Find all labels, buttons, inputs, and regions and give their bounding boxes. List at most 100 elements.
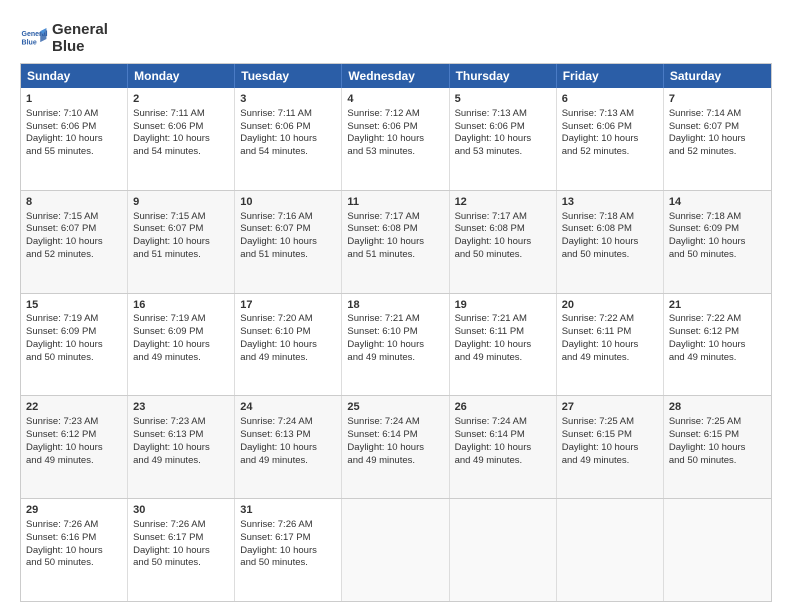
daylight-label: Daylight: 10 hours: [669, 339, 746, 350]
sunset-label: Sunset: 6:11 PM: [455, 326, 525, 337]
sunrise-label: Sunrise: 7:23 AM: [133, 416, 205, 427]
cal-cell: 3Sunrise: 7:11 AMSunset: 6:06 PMDaylight…: [235, 88, 342, 190]
daylight-label: Daylight: 10 hours: [26, 442, 103, 453]
daylight-minutes: and 49 minutes.: [669, 352, 737, 363]
cal-cell: 27Sunrise: 7:25 AMSunset: 6:15 PMDayligh…: [557, 396, 664, 498]
cal-cell: 18Sunrise: 7:21 AMSunset: 6:10 PMDayligh…: [342, 294, 449, 396]
sunrise-label: Sunrise: 7:23 AM: [26, 416, 98, 427]
sunrise-label: Sunrise: 7:25 AM: [669, 416, 741, 427]
daylight-label: Daylight: 10 hours: [562, 133, 639, 144]
daylight-label: Daylight: 10 hours: [240, 236, 317, 247]
sunrise-label: Sunrise: 7:24 AM: [347, 416, 419, 427]
cal-header-monday: Monday: [128, 64, 235, 88]
sunrise-label: Sunrise: 7:22 AM: [562, 313, 634, 324]
daylight-minutes: and 54 minutes.: [240, 146, 308, 157]
day-number: 31: [240, 503, 336, 518]
daylight-label: Daylight: 10 hours: [26, 236, 103, 247]
sunrise-label: Sunrise: 7:25 AM: [562, 416, 634, 427]
daylight-minutes: and 50 minutes.: [669, 455, 737, 466]
day-number: 19: [455, 298, 551, 313]
day-number: 16: [133, 298, 229, 313]
sunset-label: Sunset: 6:13 PM: [133, 429, 203, 440]
sunset-label: Sunset: 6:07 PM: [669, 121, 739, 132]
day-number: 27: [562, 400, 658, 415]
cal-cell: 1Sunrise: 7:10 AMSunset: 6:06 PMDaylight…: [21, 88, 128, 190]
svg-text:Blue: Blue: [22, 39, 37, 46]
day-number: 28: [669, 400, 766, 415]
sunset-label: Sunset: 6:08 PM: [455, 223, 525, 234]
cal-cell: 17Sunrise: 7:20 AMSunset: 6:10 PMDayligh…: [235, 294, 342, 396]
sunset-label: Sunset: 6:09 PM: [669, 223, 739, 234]
cal-cell: 26Sunrise: 7:24 AMSunset: 6:14 PMDayligh…: [450, 396, 557, 498]
daylight-minutes: and 50 minutes.: [26, 557, 94, 568]
day-number: 23: [133, 400, 229, 415]
page: General Blue General Blue SundayMondayTu…: [0, 0, 792, 612]
cal-cell: 5Sunrise: 7:13 AMSunset: 6:06 PMDaylight…: [450, 88, 557, 190]
cal-cell: 8Sunrise: 7:15 AMSunset: 6:07 PMDaylight…: [21, 191, 128, 293]
logo-text-line1: General: [52, 22, 108, 39]
sunrise-label: Sunrise: 7:17 AM: [347, 211, 419, 222]
sunrise-label: Sunrise: 7:11 AM: [133, 108, 205, 119]
sunset-label: Sunset: 6:10 PM: [240, 326, 310, 337]
sunrise-label: Sunrise: 7:13 AM: [455, 108, 527, 119]
sunrise-label: Sunrise: 7:19 AM: [26, 313, 98, 324]
sunrise-label: Sunrise: 7:26 AM: [133, 519, 205, 530]
sunset-label: Sunset: 6:06 PM: [133, 121, 203, 132]
daylight-label: Daylight: 10 hours: [347, 339, 424, 350]
daylight-label: Daylight: 10 hours: [455, 339, 532, 350]
daylight-label: Daylight: 10 hours: [562, 339, 639, 350]
daylight-minutes: and 50 minutes.: [26, 352, 94, 363]
cal-cell: 23Sunrise: 7:23 AMSunset: 6:13 PMDayligh…: [128, 396, 235, 498]
cal-cell: 22Sunrise: 7:23 AMSunset: 6:12 PMDayligh…: [21, 396, 128, 498]
daylight-label: Daylight: 10 hours: [562, 442, 639, 453]
cal-cell: 10Sunrise: 7:16 AMSunset: 6:07 PMDayligh…: [235, 191, 342, 293]
logo-icon: General Blue: [20, 25, 48, 53]
daylight-label: Daylight: 10 hours: [347, 236, 424, 247]
daylight-label: Daylight: 10 hours: [669, 442, 746, 453]
cal-cell: 20Sunrise: 7:22 AMSunset: 6:11 PMDayligh…: [557, 294, 664, 396]
sunset-label: Sunset: 6:06 PM: [562, 121, 632, 132]
daylight-minutes: and 53 minutes.: [347, 146, 415, 157]
sunrise-label: Sunrise: 7:17 AM: [455, 211, 527, 222]
cal-cell: 28Sunrise: 7:25 AMSunset: 6:15 PMDayligh…: [664, 396, 771, 498]
cal-cell: 30Sunrise: 7:26 AMSunset: 6:17 PMDayligh…: [128, 499, 235, 601]
day-number: 4: [347, 92, 443, 107]
daylight-minutes: and 50 minutes.: [240, 557, 308, 568]
day-number: 12: [455, 195, 551, 210]
cal-cell: 4Sunrise: 7:12 AMSunset: 6:06 PMDaylight…: [342, 88, 449, 190]
daylight-minutes: and 49 minutes.: [455, 455, 523, 466]
cal-header-friday: Friday: [557, 64, 664, 88]
sunset-label: Sunset: 6:10 PM: [347, 326, 417, 337]
day-number: 20: [562, 298, 658, 313]
sunrise-label: Sunrise: 7:14 AM: [669, 108, 741, 119]
sunset-label: Sunset: 6:06 PM: [455, 121, 525, 132]
daylight-label: Daylight: 10 hours: [669, 133, 746, 144]
sunrise-label: Sunrise: 7:26 AM: [26, 519, 98, 530]
cal-cell: 24Sunrise: 7:24 AMSunset: 6:13 PMDayligh…: [235, 396, 342, 498]
header: General Blue General Blue: [20, 18, 772, 55]
daylight-label: Daylight: 10 hours: [240, 545, 317, 556]
daylight-minutes: and 52 minutes.: [669, 146, 737, 157]
daylight-minutes: and 50 minutes.: [133, 557, 201, 568]
cal-cell: 31Sunrise: 7:26 AMSunset: 6:17 PMDayligh…: [235, 499, 342, 601]
daylight-label: Daylight: 10 hours: [26, 133, 103, 144]
daylight-label: Daylight: 10 hours: [133, 133, 210, 144]
day-number: 30: [133, 503, 229, 518]
sunset-label: Sunset: 6:17 PM: [133, 532, 203, 543]
daylight-minutes: and 49 minutes.: [562, 455, 630, 466]
sunrise-label: Sunrise: 7:10 AM: [26, 108, 98, 119]
cal-week-1: 1Sunrise: 7:10 AMSunset: 6:06 PMDaylight…: [21, 88, 771, 191]
daylight-label: Daylight: 10 hours: [26, 545, 103, 556]
day-number: 22: [26, 400, 122, 415]
cal-cell: 2Sunrise: 7:11 AMSunset: 6:06 PMDaylight…: [128, 88, 235, 190]
daylight-label: Daylight: 10 hours: [455, 133, 532, 144]
sunrise-label: Sunrise: 7:16 AM: [240, 211, 312, 222]
daylight-minutes: and 49 minutes.: [240, 352, 308, 363]
day-number: 7: [669, 92, 766, 107]
day-number: 24: [240, 400, 336, 415]
cal-cell-empty: [557, 499, 664, 601]
daylight-minutes: and 53 minutes.: [455, 146, 523, 157]
daylight-label: Daylight: 10 hours: [562, 236, 639, 247]
daylight-label: Daylight: 10 hours: [669, 236, 746, 247]
daylight-minutes: and 49 minutes.: [562, 352, 630, 363]
